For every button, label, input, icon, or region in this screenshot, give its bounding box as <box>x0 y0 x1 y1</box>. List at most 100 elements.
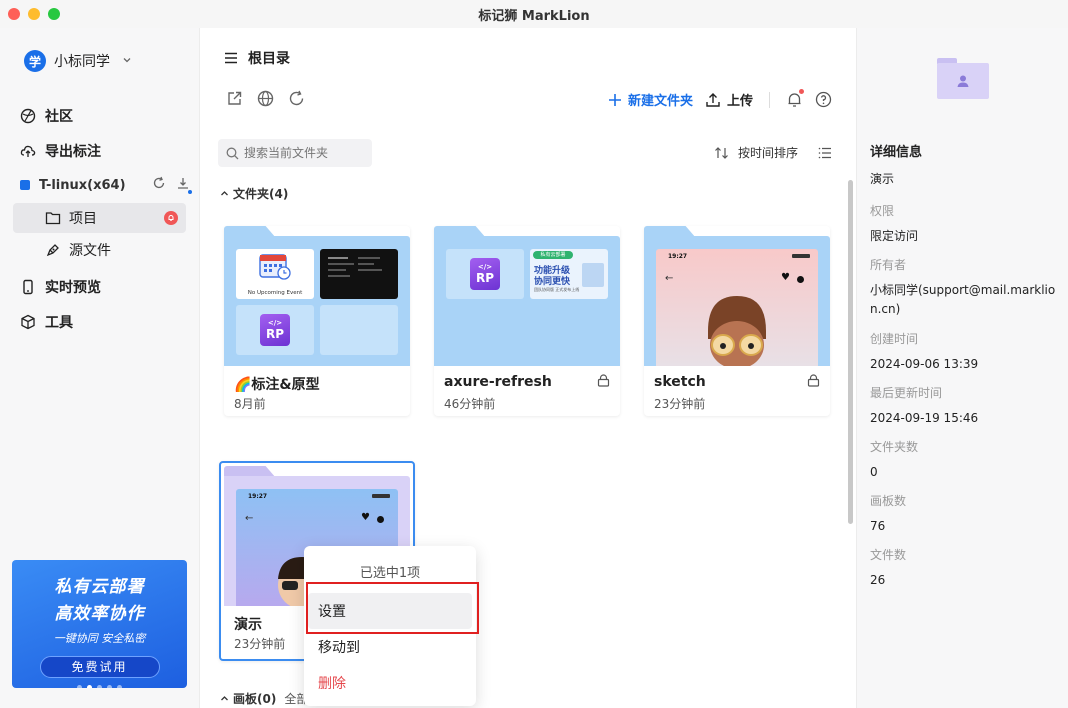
details-value: 26 <box>870 573 886 587</box>
sidebar-item-community[interactable]: 社区 <box>20 106 73 126</box>
sidebar-item-export[interactable]: 导出标注 <box>20 141 101 161</box>
device-graphic <box>582 263 604 287</box>
main-scrollbar[interactable] <box>848 180 853 524</box>
user-menu[interactable]: 学 小标同学 <box>24 50 132 72</box>
rp-thumb: </> RP <box>446 249 524 299</box>
minimize-window-button[interactable] <box>28 8 40 20</box>
search-box[interactable] <box>218 139 372 167</box>
boards-section-header[interactable]: 画板(0) 全部 <box>220 690 308 707</box>
folders-section-header[interactable]: 文件夹(4) <box>220 185 288 202</box>
page-title: 根目录 <box>248 51 290 67</box>
phone-mockup-thumb: 19:27 ← ♥ <box>656 249 818 366</box>
chevron-down-icon <box>122 55 132 68</box>
context-menu-header: 已选中1项 <box>359 566 421 581</box>
folder-thumbnail: </> RP 私有云部署 功能升级 协同更快 团队协同版 正式发布上线 <box>434 226 620 366</box>
cube-icon <box>20 314 36 330</box>
folder-card[interactable]: 19:27 ← ♥ sketch 23分钟前 <box>644 226 830 416</box>
details-value: 限定访问 <box>870 229 919 243</box>
sidebar-item-label: 源文件 <box>69 243 111 259</box>
refresh-icon[interactable] <box>288 90 305 111</box>
folder-thumbnail: 19:27 ← ♥ <box>644 226 830 366</box>
carousel-dots[interactable] <box>12 685 187 688</box>
search-input[interactable] <box>244 146 364 160</box>
promo-banner[interactable]: 私有云部署 高效率协作 一键协同 安全私密 免费试用 <box>12 560 187 688</box>
details-value: 2024-09-19 15:46 <box>870 411 979 425</box>
close-window-button[interactable] <box>8 8 20 20</box>
folder-name: axure-refresh <box>444 374 552 390</box>
details-row: 所有者 小标同学(support@mail.marklion.cn) <box>870 256 1056 319</box>
shared-user-icon <box>957 75 969 87</box>
details-label: 创建时间 <box>870 332 919 346</box>
promo-line-1: 私有云部署 <box>54 577 145 597</box>
download-icon[interactable] <box>176 176 192 194</box>
refresh-icon[interactable] <box>152 176 166 194</box>
open-external-icon[interactable] <box>226 90 243 111</box>
lock-icon <box>597 374 610 391</box>
globe-icon[interactable] <box>257 90 274 111</box>
upload-icon <box>706 92 720 107</box>
details-title: 详细信息 <box>870 145 923 160</box>
chevron-up-icon <box>221 191 228 196</box>
dark-screen-thumb <box>320 249 398 299</box>
menu-item-delete[interactable]: 删除 <box>308 665 472 701</box>
main-content: 根目录 新建文件夹 上传 搜索当前文件夹 按时间排序 文件夹(4) No Upc… <box>200 28 856 708</box>
details-label: 最后更新时间 <box>870 386 943 400</box>
promo-thumb-line-3: 团队协同版 正式发布上线 <box>534 287 580 292</box>
new-folder-label: 新建文件夹 <box>627 94 693 109</box>
folders-section-label: 文件夹(4) <box>233 187 289 201</box>
community-icon <box>20 108 36 124</box>
menu-icon[interactable] <box>224 52 238 64</box>
notification-bell-icon[interactable] <box>786 89 804 108</box>
details-row: 最后更新时间 2024-09-19 15:46 <box>870 384 1056 428</box>
folder-card[interactable]: No Upcoming Event </> RP 🌈标注&原型 8月前 <box>224 226 410 416</box>
help-icon[interactable] <box>815 91 832 108</box>
phone-icon <box>20 279 36 295</box>
clock-text: 19:27 <box>248 493 268 500</box>
sidebar: 学 小标同学 社区 导出标注 T-linux(x64) 项目 源文件 实时预览 … <box>0 28 200 708</box>
folder-name: 🌈标注&原型 <box>234 377 320 393</box>
new-folder-button[interactable]: 新建文件夹 <box>608 90 693 109</box>
alert-bell-icon <box>164 211 178 225</box>
sidebar-item-live-preview[interactable]: 实时预览 <box>20 277 101 297</box>
folder-time: 8月前 <box>234 397 266 411</box>
upload-button[interactable]: 上传 <box>705 90 753 109</box>
upload-label: 上传 <box>726 94 753 109</box>
clock-text: 19:27 <box>668 253 688 260</box>
list-view-icon[interactable] <box>818 146 832 160</box>
sort-control[interactable]: 按时间排序 <box>714 144 832 161</box>
folder-thumbnail: No Upcoming Event </> RP <box>224 226 410 366</box>
rp-thumb: </> RP <box>236 305 314 355</box>
sidebar-item-tools[interactable]: 工具 <box>20 312 73 332</box>
empty-thumb <box>320 305 398 355</box>
sidebar-item-label: 工具 <box>45 315 73 331</box>
details-row: 画板数 76 <box>870 492 1056 536</box>
plus-icon <box>608 93 621 106</box>
sidebar-item-source-files[interactable]: 源文件 <box>13 235 186 265</box>
export-icon <box>20 143 36 159</box>
maximize-window-button[interactable] <box>48 8 60 20</box>
team-color-icon <box>20 180 30 190</box>
avatar-character <box>708 296 766 366</box>
chevron-up-icon <box>221 696 228 701</box>
details-row: 文件数 26 <box>870 546 1056 590</box>
toolbar-left <box>226 90 305 111</box>
details-row: 文件夹数 0 <box>870 438 1056 482</box>
folder-icon <box>45 211 61 225</box>
promo-line-3: 一键协同 安全私密 <box>53 632 146 645</box>
promo-thumb-tag: 私有云部署 <box>533 251 573 259</box>
folder-card[interactable]: </> RP 私有云部署 功能升级 协同更快 团队协同版 正式发布上线 axure… <box>434 226 620 416</box>
details-row: 权限 限定访问 <box>870 202 1056 246</box>
details-value: 2024-09-06 13:39 <box>870 357 979 371</box>
team-header[interactable]: T-linux(x64) <box>20 176 192 194</box>
divider <box>769 91 770 108</box>
details-label: 文件数 <box>870 548 907 562</box>
free-trial-button[interactable]: 免费试用 <box>39 656 160 678</box>
axure-rp-icon: </> RP <box>470 258 500 290</box>
sort-label: 按时间排序 <box>737 146 798 160</box>
lock-icon <box>807 374 820 391</box>
empty-event-text: No Upcoming Event <box>247 290 303 296</box>
menu-item-move-to[interactable]: 移动到 <box>308 629 472 665</box>
sidebar-item-label: 导出标注 <box>45 144 101 160</box>
title-bar: 标记狮 MarkLion <box>0 0 1068 28</box>
sidebar-item-projects[interactable]: 项目 <box>13 203 186 233</box>
